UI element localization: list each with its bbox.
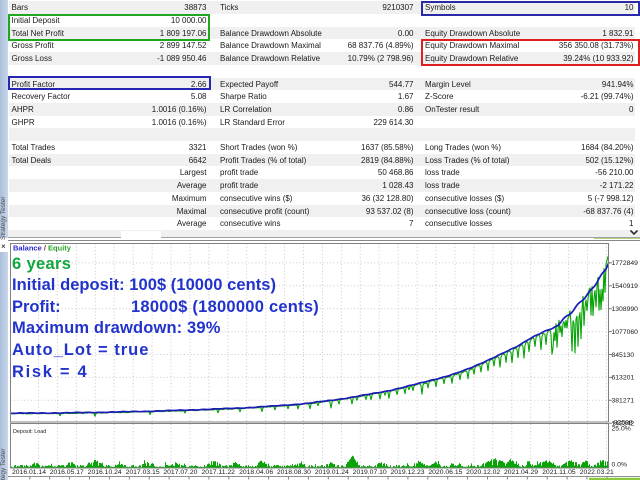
svg-text:2021.04.29: 2021.04.29 bbox=[504, 469, 538, 476]
svg-text:381271: 381271 bbox=[612, 398, 635, 405]
svg-text:2017.03.15: 2017.03.15 bbox=[126, 469, 160, 476]
svg-text:2019.07.10: 2019.07.10 bbox=[353, 469, 387, 476]
svg-text:1077060: 1077060 bbox=[612, 329, 639, 336]
svg-text:1772849: 1772849 bbox=[612, 260, 639, 267]
svg-text:2016.05.17: 2016.05.17 bbox=[50, 469, 84, 476]
svg-text:Balance / Equity: Balance / Equity bbox=[13, 244, 72, 253]
svg-text:2017.07.20: 2017.07.20 bbox=[163, 469, 197, 476]
svg-text:2016.01.14: 2016.01.14 bbox=[12, 469, 46, 476]
svg-text:2018.08.30: 2018.08.30 bbox=[277, 469, 311, 476]
svg-text:845130: 845130 bbox=[612, 352, 635, 359]
svg-text:1308990: 1308990 bbox=[612, 306, 639, 313]
svg-text:2016.10.24: 2016.10.24 bbox=[88, 469, 122, 476]
svg-text:2022.03.21: 2022.03.21 bbox=[580, 469, 614, 476]
svg-text:2018.04.06: 2018.04.06 bbox=[239, 469, 273, 476]
svg-text:Deposit: Load: Deposit: Load bbox=[13, 429, 46, 435]
svg-text:2019.01.24: 2019.01.24 bbox=[315, 469, 349, 476]
svg-text:2021.11.05: 2021.11.05 bbox=[542, 469, 576, 476]
svg-text:2019.12.23: 2019.12.23 bbox=[390, 469, 424, 476]
svg-text:25.0%: 25.0% bbox=[612, 425, 631, 432]
svg-text:1540919: 1540919 bbox=[612, 283, 639, 290]
svg-text:2017.11.22: 2017.11.22 bbox=[201, 469, 235, 476]
svg-text:0.0%: 0.0% bbox=[612, 462, 628, 469]
svg-text:2020.12.02: 2020.12.02 bbox=[466, 469, 500, 476]
svg-text:613201: 613201 bbox=[612, 375, 635, 382]
svg-text:2020.06.15: 2020.06.15 bbox=[428, 469, 462, 476]
